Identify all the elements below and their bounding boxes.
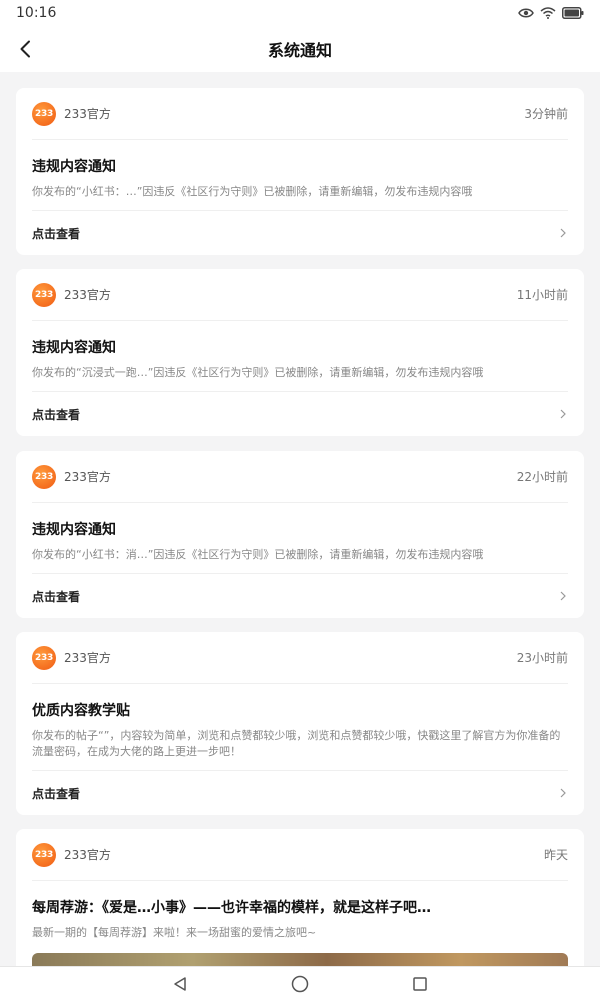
avatar: 233 [32,645,56,670]
notification-card: 233 233官方 11小时前 违规内容通知 你发布的“沉浸式一跑…”因违反《社… [16,269,584,436]
status-icons [518,7,584,19]
eye-icon [518,8,534,18]
chevron-right-icon [560,788,566,798]
notification-text: 你发布的帖子“”，内容较为简单，浏览和点赞都较少哦，浏览和点赞都较少哦，快戳这里… [32,729,561,758]
view-details-button[interactable]: 点击查看 [32,211,568,255]
avatar: 233 [32,282,56,307]
sender-name: 233官方 [64,470,111,484]
card-body: 违规内容通知 你发布的“沉浸式一跑…”因违反《社区行为守则》已被删除，请重新编辑… [32,321,568,392]
notification-card: 233 233官方 23小时前 优质内容教学贴 你发布的帖子“”，内容较为简单，… [16,632,584,815]
notification-time: 23小时前 [516,651,568,665]
back-triangle-icon [174,976,186,991]
back-button[interactable] [10,34,40,64]
view-details-label: 点击查看 [32,407,81,422]
avatar: 233 [32,101,56,126]
notification-title: 违规内容通知 [32,340,116,356]
card-body: 每周荐游：《爱是…小事》——也许幸福的模样，就是这样子吧… 最新一期的【每周荐游… [32,881,568,966]
chevron-right-icon [560,228,566,238]
avatar: 233 [32,842,56,867]
notification-card[interactable]: 233 233官方 昨天 每周荐游：《爱是…小事》——也许幸福的模样，就是这样子… [16,829,584,966]
notification-title: 优质内容教学贴 [32,703,130,719]
view-details-button[interactable]: 点击查看 [32,392,568,436]
chevron-right-icon [560,409,566,419]
nav-back-button[interactable] [165,969,195,999]
card-body: 违规内容通知 你发布的“小红书：…”因违反《社区行为守则》已被删除，请重新编辑，… [32,140,568,211]
notification-title: 违规内容通知 [32,159,116,175]
card-body: 优质内容教学贴 你发布的帖子“”，内容较为简单，浏览和点赞都较少哦，浏览和点赞都… [32,684,568,771]
sender: 233 233官方 [32,645,111,670]
status-bar: 10:16 [0,0,600,26]
nav-recents-button[interactable] [405,969,435,999]
recents-square-icon [413,976,427,991]
notification-card: 233 233官方 3分钟前 违规内容通知 你发布的“小红书：…”因违反《社区行… [16,88,584,255]
card-header: 233 233官方 23小时前 [32,632,568,684]
card-header: 233 233官方 11小时前 [32,269,568,321]
chevron-right-icon [560,591,566,601]
sender-name: 233官方 [64,848,111,862]
notification-title: 每周荐游：《爱是…小事》——也许幸福的模样，就是这样子吧… [32,900,431,916]
home-circle-icon [291,975,309,992]
notification-time: 昨天 [543,848,568,862]
wifi-icon [540,7,556,19]
view-details-label: 点击查看 [32,226,81,241]
notification-text: 最新一期的【每周荐游】来啦！来一场甜蜜的爱情之旅吧~ [32,926,317,939]
sender: 233 233官方 [32,282,111,307]
card-body: 违规内容通知 你发布的“小红书：消…”因违反《社区行为守则》已被删除，请重新编辑… [32,503,568,574]
sender-name: 233官方 [64,651,111,665]
notification-text: 你发布的“小红书：…”因违反《社区行为守则》已被删除，请重新编辑，勿发布违规内容… [32,185,473,198]
status-time: 10:16 [16,5,57,21]
sender: 233 233官方 [32,101,111,126]
system-nav-bar [0,966,600,1000]
sender: 233 233官方 [32,464,111,489]
view-details-button[interactable]: 点击查看 [32,574,568,618]
page-title: 系统通知 [267,41,332,60]
card-header: 233 233官方 3分钟前 [32,88,568,140]
sender: 233 233官方 [32,842,111,867]
nav-home-button[interactable] [285,969,315,999]
notification-time: 3分钟前 [524,107,568,121]
sender-name: 233官方 [64,288,111,302]
view-details-label: 点击查看 [32,589,81,604]
app-bar: 系统通知 [0,26,600,72]
notification-time: 22小时前 [516,470,568,484]
view-details-label: 点击查看 [32,786,81,801]
notification-text: 你发布的“沉浸式一跑…”因违反《社区行为守则》已被删除，请重新编辑，勿发布违规内… [32,366,484,379]
card-header: 233 233官方 昨天 [32,829,568,881]
notification-time: 11小时前 [516,288,568,302]
avatar: 233 [32,464,56,489]
view-details-button[interactable]: 点击查看 [32,771,568,815]
sender-name: 233官方 [64,107,111,121]
notification-card: 233 233官方 22小时前 违规内容通知 你发布的“小红书：消…”因违反《社… [16,451,584,618]
notification-list[interactable]: 233 233官方 3分钟前 违规内容通知 你发布的“小红书：…”因违反《社区行… [0,72,600,966]
cover-image[interactable] [32,953,568,966]
card-header: 233 233官方 22小时前 [32,451,568,503]
notification-text: 你发布的“小红书：消…”因违反《社区行为守则》已被删除，请重新编辑，勿发布违规内… [32,548,484,561]
back-arrow-icon [20,40,30,58]
battery-icon [562,7,584,19]
notification-title: 违规内容通知 [32,522,116,538]
